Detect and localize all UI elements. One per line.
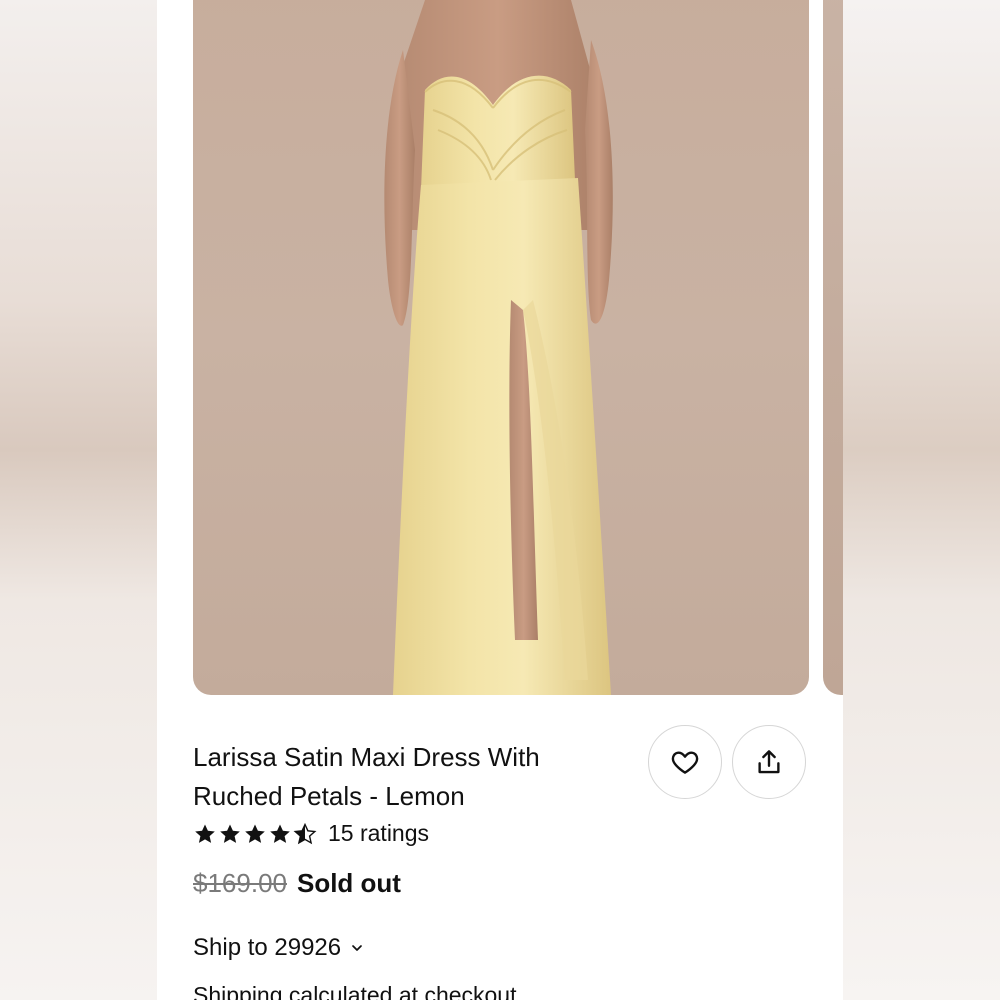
favorite-button[interactable]	[648, 725, 722, 799]
star-icon	[195, 824, 215, 843]
price-row: $169.00 Sold out	[193, 868, 401, 899]
star-icon	[220, 824, 240, 843]
rating-count[interactable]: 15 ratings	[328, 820, 429, 847]
share-button[interactable]	[732, 725, 806, 799]
next-image-thumbnail[interactable]	[823, 0, 843, 695]
ship-to-label: Ship to 29926	[193, 934, 342, 961]
rating-summary[interactable]: 15 ratings	[193, 820, 429, 847]
share-icon	[758, 750, 780, 774]
ship-to-selector[interactable]: Ship to 29926	[193, 934, 365, 962]
product-page: Larissa Satin Maxi Dress With Ruched Pet…	[157, 0, 843, 1000]
star-rating	[193, 822, 318, 846]
chevron-down-icon	[352, 945, 362, 951]
star-icon	[270, 824, 290, 843]
star-icon	[245, 824, 265, 843]
product-title: Larissa Satin Maxi Dress With Ruched Pet…	[193, 742, 540, 811]
product-image[interactable]	[193, 0, 809, 695]
availability-status: Sold out	[296, 868, 401, 898]
shipping-note: Shipping calculated at checkout	[193, 982, 517, 1000]
original-price: $169.00	[193, 868, 287, 898]
blurred-background-right	[843, 0, 1000, 1000]
heart-icon	[671, 751, 699, 774]
blurred-background-left	[0, 0, 160, 1000]
dress-photo	[384, 0, 613, 695]
half-star-icon	[293, 822, 317, 844]
